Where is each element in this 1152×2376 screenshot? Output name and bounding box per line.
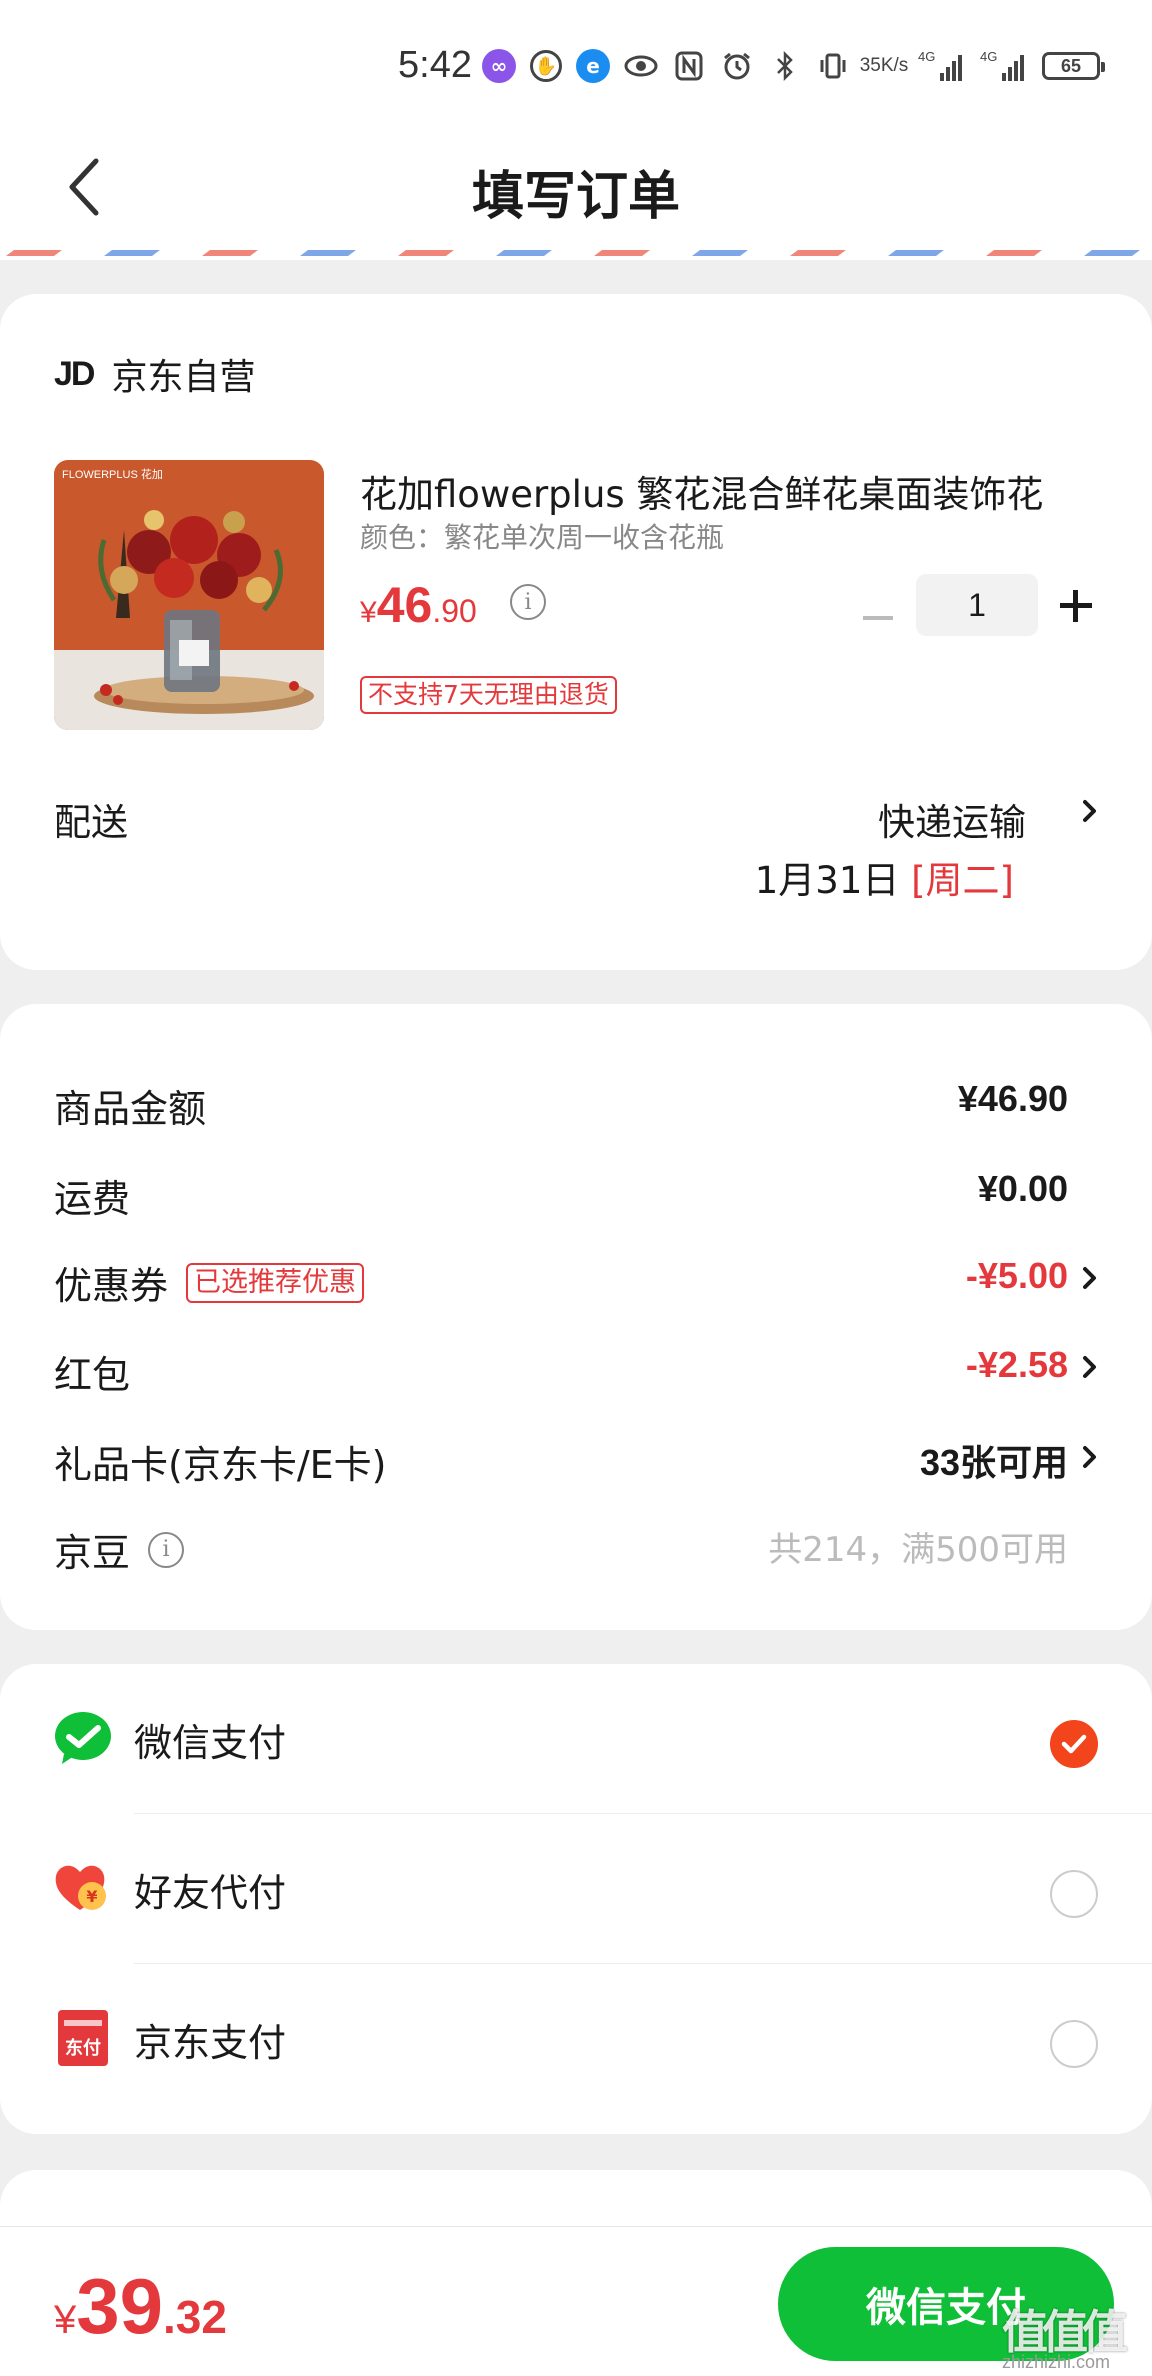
payment-option-label: 好友代付 xyxy=(134,1871,287,1915)
chevron-right-icon[interactable] xyxy=(1080,794,1100,828)
quantity-decrease-button[interactable] xyxy=(858,596,898,640)
airmail-stripe-segment xyxy=(496,250,552,256)
jd-logo: JD xyxy=(54,354,95,393)
check-icon xyxy=(1061,1734,1087,1754)
red-packet-row[interactable]: 红包 -¥2.58 xyxy=(54,1336,1152,1397)
price-summary-card: 商品金额 ¥46.90 运费 ¥0.00 优惠券 已选推荐优惠 -¥5.00 红包… xyxy=(0,1004,1152,1630)
wechat-icon xyxy=(55,1712,111,1764)
coupon-label: 优惠券 xyxy=(54,1264,169,1308)
shipping-fee-value: ¥0.00 xyxy=(977,1168,1068,1209)
nfc-icon xyxy=(672,51,706,81)
signal-icon-2: 4G xyxy=(980,49,1028,81)
payment-option-label: 京东支付 xyxy=(134,2021,287,2065)
gift-card-row[interactable]: 礼品卡(京东卡/E卡) 33张可用 xyxy=(54,1426,1152,1487)
chevron-right-icon xyxy=(1083,1446,1096,1468)
airmail-stripe-segment xyxy=(104,250,160,256)
svg-text:¥: ¥ xyxy=(86,1887,97,1906)
alarm-icon xyxy=(720,51,754,81)
goods-amount-value: ¥46.90 xyxy=(957,1078,1068,1119)
delivery-date: 1月31日 [周二] xyxy=(754,859,1014,902)
airmail-stripe-segment xyxy=(202,250,258,256)
page-title: 填写订单 xyxy=(471,167,680,227)
network-speed: 35 K/s xyxy=(859,55,909,76)
info-icon[interactable]: i xyxy=(148,1531,185,1568)
hand-notification-icon: ✋ xyxy=(530,50,562,82)
minus-icon xyxy=(863,616,893,620)
battery-icon: 65 xyxy=(1042,52,1105,80)
coupon-value: -¥5.00 xyxy=(965,1255,1068,1296)
product-thumbnail[interactable]: FLOWERPLUS 花加 xyxy=(54,460,324,730)
goods-amount-row: 商品金额 ¥46.90 xyxy=(54,1078,1068,1131)
delivery-weekday: [周二] xyxy=(911,859,1014,902)
airmail-stripe-segment xyxy=(398,250,454,256)
total-amount: ¥ 39 .32 xyxy=(54,2262,227,2350)
payment-methods-card: 微信支付 ¥ 好友代付 东付 京东支付 xyxy=(0,1664,1152,2134)
jingdou-label: 京豆 xyxy=(54,1531,131,1575)
airmail-stripe-segment xyxy=(692,250,748,256)
jingdou-value: 共214，满500可用 xyxy=(768,1530,1068,1570)
payment-option-friend[interactable]: ¥ 好友代付 xyxy=(0,1814,1152,1964)
signal-icon-1: 4G xyxy=(918,49,966,81)
quantity-value[interactable]: 1 xyxy=(916,574,1038,636)
quantity-increase-button[interactable] xyxy=(1056,586,1096,626)
eye-icon xyxy=(624,54,658,78)
shop-header: JD 京东自营 xyxy=(54,348,255,400)
gift-card-value: 33张可用 xyxy=(919,1442,1068,1483)
chevron-right-icon xyxy=(1083,1267,1096,1289)
product-title[interactable]: 花加flowerplus 繁花混合鲜花桌面装饰花 xyxy=(360,464,1080,518)
info-icon[interactable]: i xyxy=(510,584,546,620)
status-icons: ∞ ✋ e 35 K/s 4G 4G 65 xyxy=(482,44,1105,88)
browser-notification-icon: e xyxy=(576,49,610,83)
svg-text:东付: 东付 xyxy=(65,2037,101,2059)
payment-option-label: 微信支付 xyxy=(134,1721,287,1765)
vibrate-icon xyxy=(816,51,850,81)
payment-option-jdpay[interactable]: 东付 京东支付 xyxy=(0,1964,1152,2114)
svg-text:FLOWERPLUS 花加: FLOWERPLUS 花加 xyxy=(62,468,163,481)
app-notification-icon: ∞ xyxy=(482,49,516,83)
airmail-stripe-segment xyxy=(986,250,1042,256)
airmail-stripe-segment xyxy=(790,250,846,256)
coupon-row[interactable]: 优惠券 已选推荐优惠 -¥5.00 xyxy=(54,1247,1152,1308)
airmail-stripe-segment xyxy=(6,250,62,256)
payment-radio-selected[interactable] xyxy=(1050,1720,1098,1768)
payment-radio[interactable] xyxy=(1050,2020,1098,2068)
return-policy-tag: 不支持7天无理由退货 xyxy=(360,676,617,714)
product-price: ¥ 46 .90 xyxy=(360,577,477,633)
jd-pay-icon: 东付 xyxy=(58,2010,108,2066)
airmail-stripe-segment xyxy=(1084,250,1140,256)
delivery-label: 配送 xyxy=(54,801,128,844)
status-time: 5:42 xyxy=(398,44,472,86)
bluetooth-icon xyxy=(768,51,802,81)
payment-option-wechat[interactable]: 微信支付 xyxy=(0,1664,1152,1814)
nav-header: 填写订单 xyxy=(0,130,1152,250)
heart-yuan-icon: ¥ xyxy=(55,1865,106,1910)
payment-radio[interactable] xyxy=(1050,1870,1098,1918)
delivery-method[interactable]: 快递运输 xyxy=(878,792,1026,846)
product-card: JD 京东自营 FLOWERPLUS 花加 花加flowerplus 繁花混合鲜… xyxy=(0,294,1152,970)
red-packet-value: -¥2.58 xyxy=(965,1344,1068,1385)
pay-button[interactable]: 微信支付 xyxy=(778,2247,1114,2361)
shop-name: 京东自营 xyxy=(111,357,256,398)
airmail-stripe-segment xyxy=(594,250,650,256)
airmail-stripe-segment xyxy=(300,250,356,256)
jingdou-row: 京豆 i 共214，满500可用 xyxy=(54,1514,1152,1575)
coupon-tag: 已选推荐优惠 xyxy=(186,1262,365,1303)
chevron-right-icon xyxy=(1083,1356,1096,1378)
shipping-fee-row: 运费 ¥0.00 xyxy=(54,1168,1068,1221)
airmail-stripe xyxy=(0,250,1152,260)
checkout-bar: ¥ 39 .32 微信支付 xyxy=(0,2226,1152,2376)
product-variant: 颜色：繁花单次周一收含花瓶 xyxy=(360,521,725,554)
airmail-stripe-segment xyxy=(888,250,944,256)
status-bar: 5:42 ∞ ✋ e 35 K/s 4G 4G 65 xyxy=(0,0,1152,130)
